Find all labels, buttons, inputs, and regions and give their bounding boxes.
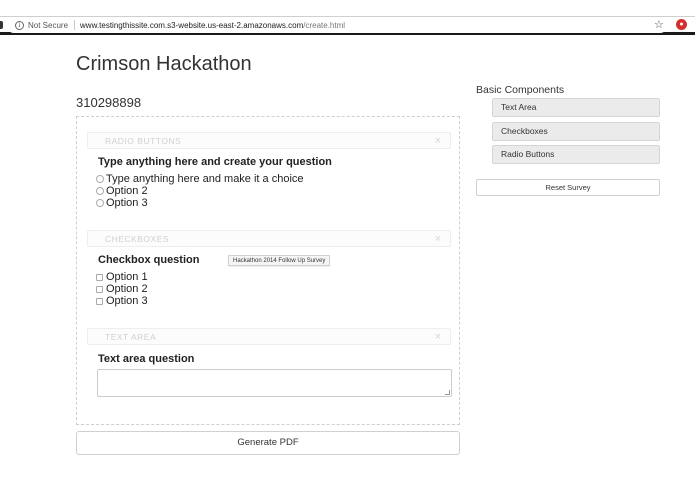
tooltip: Hackathon 2014 Follow Up Survey <box>228 255 331 266</box>
textarea-component-label: TEXT AREA <box>105 332 157 342</box>
address-bar[interactable]: i Not Secure www.testingthissite.com.s3-… <box>6 17 668 33</box>
generate-pdf-button[interactable]: Generate PDF <box>76 431 460 455</box>
radio-input[interactable] <box>96 187 104 195</box>
checkbox-option[interactable]: Option 2 <box>96 283 148 295</box>
radio-component-label: RADIO BUTTONS <box>105 136 182 146</box>
window-edge-marker <box>0 21 3 29</box>
text-area-input[interactable] <box>97 369 452 397</box>
checkbox-option[interactable]: Option 1 <box>96 271 148 283</box>
url-divider <box>74 20 76 30</box>
radio-option[interactable]: Type anything here and make it a choice <box>96 173 304 185</box>
radio-option-label: Type anything here and make it a choice <box>106 173 304 185</box>
add-radio-buttons-button[interactable]: Radio Buttons <box>492 145 660 164</box>
page-title: Crimson Hackathon <box>76 53 252 75</box>
sidebar-title: Basic Components <box>476 84 565 96</box>
radio-question-title[interactable]: Type anything here and create your quest… <box>98 156 332 168</box>
checkbox-question-title[interactable]: Checkbox question <box>98 254 199 266</box>
radio-input[interactable] <box>96 199 104 207</box>
close-icon[interactable]: × <box>435 134 441 148</box>
add-checkboxes-button[interactable]: Checkboxes <box>492 122 660 141</box>
star-icon[interactable]: ☆ <box>654 18 664 32</box>
survey-canvas: RADIO BUTTONS × Type anything here and c… <box>76 116 460 425</box>
security-label[interactable]: Not Secure <box>28 21 68 30</box>
url-path[interactable]: /create.html <box>303 21 345 30</box>
textarea-component-header[interactable]: TEXT AREA × <box>87 328 451 345</box>
checkbox-input[interactable] <box>96 285 103 293</box>
reset-survey-button[interactable]: Reset Survey <box>476 179 660 196</box>
radio-option-label: Option 2 <box>106 185 148 197</box>
close-icon[interactable]: × <box>435 232 441 246</box>
url-host[interactable]: www.testingthissite.com.s3-website.us-ea… <box>80 21 303 30</box>
checkbox-option-label: Option 1 <box>106 271 148 283</box>
radio-input[interactable] <box>96 175 104 183</box>
radio-option[interactable]: Option 3 <box>96 197 148 209</box>
checkbox-input[interactable] <box>96 297 103 305</box>
checkbox-option-label: Option 3 <box>106 295 148 307</box>
add-text-area-button[interactable]: Text Area <box>492 98 660 117</box>
extension-icon[interactable]: ● <box>676 19 687 30</box>
survey-id: 310298898 <box>76 95 142 110</box>
close-icon[interactable]: × <box>435 330 441 344</box>
info-icon[interactable]: i <box>15 20 24 30</box>
textarea-question-title[interactable]: Text area question <box>98 353 194 365</box>
radio-component-header[interactable]: RADIO BUTTONS × <box>87 132 451 149</box>
checkbox-component-header[interactable]: CHECKBOXES × <box>87 230 451 247</box>
checkbox-option[interactable]: Option 3 <box>96 295 148 307</box>
browser-chrome: i Not Secure www.testingthissite.com.s3-… <box>0 0 695 37</box>
resize-handle-icon[interactable] <box>445 390 450 395</box>
radio-option-label: Option 3 <box>106 197 148 209</box>
checkbox-option-label: Option 2 <box>106 283 148 295</box>
radio-option[interactable]: Option 2 <box>96 185 148 197</box>
checkbox-component-label: CHECKBOXES <box>105 234 170 244</box>
checkbox-input[interactable] <box>96 273 103 281</box>
